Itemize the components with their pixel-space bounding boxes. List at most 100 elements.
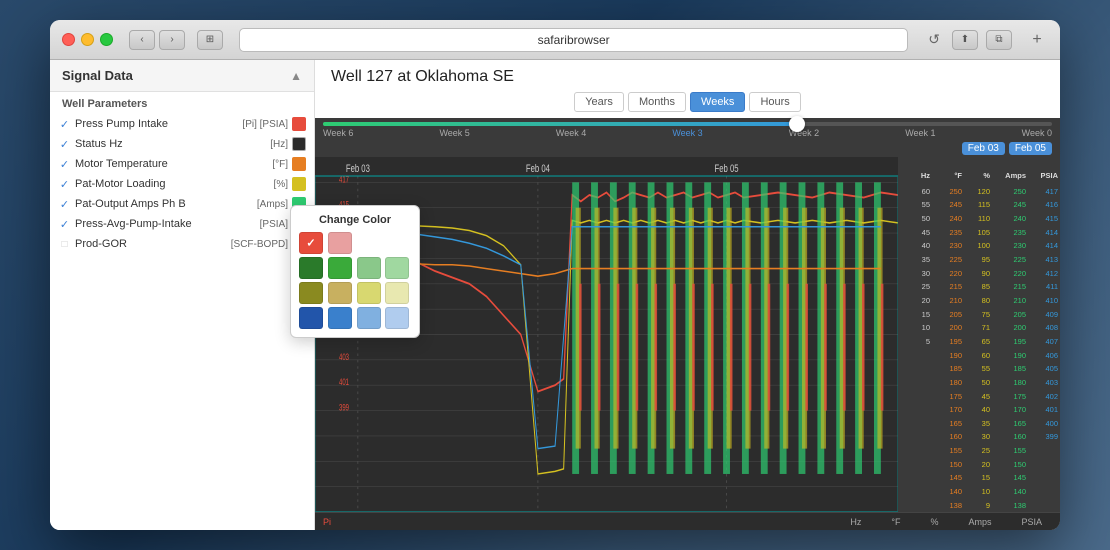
list-item[interactable]: ✓ Pat-Motor Loading [%] bbox=[50, 174, 314, 194]
bottom-label-psia: PSIA bbox=[1021, 517, 1042, 527]
color-swatch-empty1 bbox=[357, 232, 381, 254]
chevron-up-icon: ▲ bbox=[290, 69, 302, 83]
param-unit-pat-output: [Amps] bbox=[228, 199, 288, 210]
minimize-button[interactable] bbox=[81, 33, 94, 46]
param-color-status-hz[interactable] bbox=[292, 137, 306, 151]
svg-text:Feb 05: Feb 05 bbox=[715, 163, 739, 176]
param-color-press-pump[interactable] bbox=[292, 117, 306, 131]
share-icon: ⬆ bbox=[961, 34, 969, 45]
url-bar[interactable]: safaribrowser bbox=[239, 28, 908, 52]
color-swatch-green-light[interactable] bbox=[357, 257, 381, 279]
reload-button[interactable]: ↺ bbox=[924, 29, 944, 50]
color-swatch-olive[interactable] bbox=[299, 282, 323, 304]
color-swatch-green-dark[interactable] bbox=[299, 257, 323, 279]
checkbox-motor-temp[interactable]: ✓ bbox=[58, 158, 71, 171]
sidebar-header[interactable]: Signal Data ▲ bbox=[50, 60, 314, 92]
param-unit-motor-temp: [°F] bbox=[228, 159, 288, 170]
time-btn-years[interactable]: Years bbox=[574, 92, 624, 112]
bottom-label-amps: Amps bbox=[968, 517, 991, 527]
time-navigation: Years Months Weeks Hours bbox=[331, 86, 1044, 118]
timeline-fill bbox=[323, 122, 797, 126]
color-swatch-pink[interactable] bbox=[328, 232, 352, 254]
param-color-pat-motor[interactable] bbox=[292, 177, 306, 191]
timeline-handle[interactable] bbox=[789, 116, 805, 132]
param-name-pat-output: Pat-Output Amps Ph B bbox=[75, 198, 224, 210]
col-header-psia: PSIA bbox=[1030, 171, 1058, 180]
param-unit-press-avg: [PSIA] bbox=[228, 219, 288, 230]
back-button[interactable]: ‹ bbox=[129, 30, 155, 50]
time-btn-hours[interactable]: Hours bbox=[749, 92, 800, 112]
sidebar: Signal Data ▲ Well Parameters ✓ Press Pu… bbox=[50, 60, 315, 530]
color-swatch-blue-pale[interactable] bbox=[385, 307, 409, 329]
week-label: Week 0 bbox=[1022, 128, 1052, 138]
bottom-label-hz: Hz bbox=[850, 517, 861, 527]
list-item[interactable]: □ Prod-GOR [SCF-BOPD] bbox=[50, 234, 314, 254]
checkbox-pat-motor[interactable]: ✓ bbox=[58, 178, 71, 191]
param-unit-status-hz: [Hz] bbox=[228, 139, 288, 150]
maximize-button[interactable] bbox=[100, 33, 113, 46]
color-swatch-red[interactable] bbox=[299, 232, 323, 254]
y-axis-right: Hz °F % Amps PSIA 60250120250417 5524511… bbox=[898, 157, 1060, 512]
color-swatch-blue-med[interactable] bbox=[328, 307, 352, 329]
well-parameters-title: Well Parameters bbox=[50, 92, 314, 114]
checkbox-prod-gor[interactable]: □ bbox=[58, 238, 71, 251]
week-labels: Week 6 Week 5 Week 4 Week 3 Week 2 Week … bbox=[315, 126, 1060, 140]
chart-title: Well 127 at Oklahoma SE bbox=[331, 68, 1044, 86]
col-header-hz: Hz bbox=[900, 171, 930, 180]
color-swatch-tan[interactable] bbox=[328, 282, 352, 304]
svg-text:401: 401 bbox=[339, 377, 349, 388]
tabs-icon: ⧉ bbox=[995, 34, 1002, 45]
timeline-container bbox=[315, 118, 1060, 126]
list-item[interactable]: ✓ Motor Temperature [°F] bbox=[50, 154, 314, 174]
title-bar: ‹ › ⊞ safaribrowser ↺ ⬆ ⧉ + bbox=[50, 20, 1060, 60]
week-label: Week 6 bbox=[323, 128, 353, 138]
color-picker-title: Change Color bbox=[299, 214, 411, 226]
color-swatch-green-pale[interactable] bbox=[385, 257, 409, 279]
param-name-status-hz: Status Hz bbox=[75, 138, 224, 150]
param-unit-pat-motor: [%] bbox=[228, 179, 288, 190]
color-swatch-blue-light[interactable] bbox=[357, 307, 381, 329]
timeline-track[interactable] bbox=[323, 122, 1052, 126]
param-name-pat-motor: Pat-Motor Loading bbox=[75, 178, 224, 190]
content-area: Signal Data ▲ Well Parameters ✓ Press Pu… bbox=[50, 60, 1060, 530]
time-btn-weeks[interactable]: Weeks bbox=[690, 92, 745, 112]
col-header-amps: Amps bbox=[994, 171, 1026, 180]
date-to-badge: Feb 05 bbox=[1009, 142, 1052, 155]
param-unit-press-pump: [Pi] [PSIA] bbox=[228, 119, 288, 130]
param-name-press-pump: Press Pump Intake bbox=[75, 118, 224, 130]
chart-bottom: Pi Hz °F % Amps PSIA bbox=[315, 512, 1060, 530]
checkbox-status-hz[interactable]: ✓ bbox=[58, 138, 71, 151]
param-name-motor-temp: Motor Temperature bbox=[75, 158, 224, 170]
color-swatch-green-med[interactable] bbox=[328, 257, 352, 279]
tabs-button[interactable]: ⧉ bbox=[986, 30, 1012, 50]
new-tab-button[interactable]: + bbox=[1026, 29, 1048, 51]
param-color-motor-temp[interactable] bbox=[292, 157, 306, 171]
week-label: Week 3 bbox=[672, 128, 702, 138]
checkbox-press-avg[interactable]: ✓ bbox=[58, 218, 71, 231]
svg-text:Feb 04: Feb 04 bbox=[526, 163, 550, 176]
param-unit-prod-gor: [SCF-BOPD] bbox=[228, 239, 288, 250]
col-header-f: °F bbox=[934, 171, 962, 180]
date-range-area: Feb 03 Feb 05 bbox=[315, 140, 1060, 157]
list-item[interactable]: ✓ Pat-Output Amps Ph B [Amps] bbox=[50, 194, 314, 214]
checkbox-pat-output[interactable]: ✓ bbox=[58, 198, 71, 211]
color-grid bbox=[299, 232, 411, 329]
param-name-press-avg: Press-Avg-Pump-Intake bbox=[75, 218, 224, 230]
list-item[interactable]: ✓ Press-Avg-Pump-Intake [PSIA] bbox=[50, 214, 314, 234]
color-swatch-yellow-light[interactable] bbox=[357, 282, 381, 304]
list-item[interactable]: ✓ Status Hz [Hz] bbox=[50, 134, 314, 154]
date-from-badge: Feb 03 bbox=[962, 142, 1005, 155]
color-swatch-empty2 bbox=[385, 232, 409, 254]
checkbox-press-pump[interactable]: ✓ bbox=[58, 118, 71, 131]
browser-window: ‹ › ⊞ safaribrowser ↺ ⬆ ⧉ + Signal Data … bbox=[50, 20, 1060, 530]
list-item[interactable]: ✓ Press Pump Intake [Pi] [PSIA] bbox=[50, 114, 314, 134]
bottom-label-pi: Pi bbox=[323, 517, 331, 527]
week-label: Week 5 bbox=[439, 128, 469, 138]
forward-button[interactable]: › bbox=[159, 30, 185, 50]
time-btn-months[interactable]: Months bbox=[628, 92, 686, 112]
close-button[interactable] bbox=[62, 33, 75, 46]
color-swatch-cream[interactable] bbox=[385, 282, 409, 304]
share-button[interactable]: ⬆ bbox=[952, 30, 978, 50]
sidebar-button[interactable]: ⊞ bbox=[197, 30, 223, 50]
color-swatch-blue-dark[interactable] bbox=[299, 307, 323, 329]
